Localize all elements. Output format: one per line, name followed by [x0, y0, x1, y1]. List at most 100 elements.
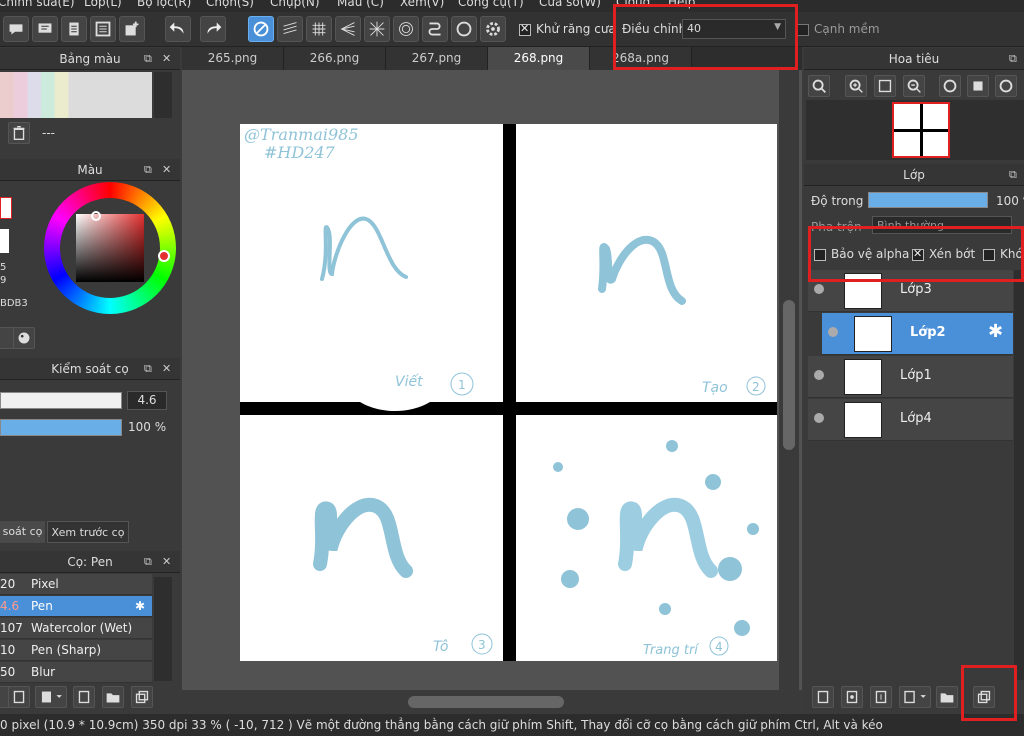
tab-267[interactable]: 267.png: [386, 47, 488, 70]
menu-view[interactable]: Xem(V): [400, 0, 444, 9]
lock-checkbox[interactable]: [983, 249, 995, 261]
brush-item[interactable]: 10 Pen (Sharp): [0, 640, 152, 661]
color-wheel[interactable]: [44, 182, 176, 314]
brush-list-scrollbar[interactable]: [154, 577, 172, 681]
color-swatches[interactable]: [0, 72, 152, 118]
document-icon[interactable]: [61, 16, 87, 42]
brush-doc-icon[interactable]: [73, 686, 95, 708]
folder-icon[interactable]: [102, 686, 124, 708]
layer-row-lop1[interactable]: Lớp1: [808, 356, 1013, 398]
zoom-in-icon[interactable]: [808, 75, 830, 97]
close-icon[interactable]: ✕: [162, 159, 171, 181]
menu-window[interactable]: Cửa sổ(W): [539, 0, 601, 9]
radial-snap-icon[interactable]: [335, 16, 361, 42]
menu-cloud[interactable]: Cloud: [616, 0, 650, 9]
flip-icon[interactable]: [995, 75, 1017, 97]
hue-handle[interactable]: [158, 250, 170, 262]
comment-icon[interactable]: [3, 16, 29, 42]
grid-add-icon[interactable]: [119, 16, 145, 42]
brush-size-slider[interactable]: [0, 392, 122, 409]
close-icon[interactable]: ✕: [162, 551, 171, 573]
rotate-icon[interactable]: [939, 75, 961, 97]
layer-row-lop3[interactable]: Lớp3: [808, 270, 1013, 312]
tab-268[interactable]: 268.png: [488, 47, 590, 70]
soft-edge-checkbox[interactable]: [797, 24, 809, 36]
brush-size-value[interactable]: 4.6: [127, 391, 167, 410]
brush-item[interactable]: 50 Blur: [0, 662, 152, 683]
zoom-plus-icon[interactable]: [845, 75, 867, 97]
popout-icon[interactable]: ⧉: [144, 358, 152, 380]
menu-layer[interactable]: Lớp(L): [84, 0, 122, 9]
popout-icon[interactable]: ⧉: [1009, 164, 1017, 186]
menu-edit[interactable]: Chỉnh sửa(E): [0, 0, 75, 9]
brush-item[interactable]: 107 Watercolor (Wet): [0, 618, 152, 639]
tab-266[interactable]: 266.png: [284, 47, 386, 70]
brush-item-active[interactable]: 4.6 Pen ✱: [0, 596, 152, 617]
layer-scrollbar[interactable]: [1014, 270, 1024, 680]
cross-snap-icon[interactable]: [364, 16, 390, 42]
menu-help[interactable]: Help: [668, 0, 695, 9]
menu-snap[interactable]: Chụp(N): [270, 0, 320, 9]
menu-tools[interactable]: Công cụ(T): [458, 0, 524, 9]
fit-screen-icon[interactable]: [874, 75, 896, 97]
tab-brush-preview[interactable]: Xem trước cọ: [47, 521, 129, 543]
foreground-color-swatch[interactable]: [0, 197, 12, 219]
zoom-minus-icon[interactable]: [903, 75, 925, 97]
ellipse-snap-icon[interactable]: [451, 16, 477, 42]
palette-scrollbar[interactable]: [154, 72, 172, 118]
protect-alpha-checkbox[interactable]: [814, 249, 826, 261]
concentric-snap-icon[interactable]: [393, 16, 419, 42]
no-snap-icon[interactable]: [248, 16, 274, 42]
gear-icon[interactable]: ✱: [135, 596, 145, 617]
new-1bit-layer-icon[interactable]: [870, 686, 892, 708]
palette-icon[interactable]: [13, 327, 35, 349]
snap-settings-icon[interactable]: [480, 16, 506, 42]
gear-icon[interactable]: ✱: [988, 321, 1003, 342]
list-icon[interactable]: [90, 16, 116, 42]
trash-icon[interactable]: [8, 122, 30, 144]
canvas-horizontal-scrollbar[interactable]: [182, 691, 799, 713]
visibility-eye-icon[interactable]: [828, 327, 838, 337]
new-halftone-layer-icon[interactable]: [841, 686, 863, 708]
antialias-checkbox[interactable]: [519, 22, 531, 36]
grid-snap-icon[interactable]: [306, 16, 332, 42]
close-icon[interactable]: ✕: [162, 358, 171, 380]
tab-268a[interactable]: 268a.png: [590, 47, 692, 70]
background-color-swatch[interactable]: [0, 229, 9, 253]
popout-icon[interactable]: ⧉: [144, 551, 152, 573]
duplicate-layer-icon[interactable]: [973, 686, 995, 708]
tab-265[interactable]: 265.png: [182, 47, 284, 70]
navigator-preview[interactable]: [806, 100, 1024, 160]
close-icon[interactable]: ✕: [162, 48, 171, 70]
vertical-scroll-thumb[interactable]: [783, 300, 795, 450]
visibility-eye-icon[interactable]: [814, 370, 824, 380]
folder-icon[interactable]: [936, 686, 958, 708]
duplicate-icon[interactable]: [131, 686, 153, 708]
tab-brush-control[interactable]: soát cọ: [0, 521, 45, 543]
layer-row-lop2[interactable]: Lớp2 ✱: [822, 313, 1013, 355]
curve-snap-icon[interactable]: [422, 16, 448, 42]
canvas-vertical-scrollbar[interactable]: [779, 70, 799, 690]
visibility-eye-icon[interactable]: [814, 413, 824, 423]
menu-color[interactable]: Màu (C): [337, 0, 384, 9]
adjust-select[interactable]: 40 ▼: [682, 19, 786, 39]
new-brush-icon[interactable]: [8, 686, 30, 708]
chat-icon[interactable]: [32, 16, 58, 42]
undo-icon[interactable]: [165, 16, 191, 42]
brush-item[interactable]: 20 Pixel: [0, 574, 152, 595]
popout-icon[interactable]: ⧉: [144, 48, 152, 70]
blend-select[interactable]: Bình thường: [872, 216, 1012, 234]
layer-row-lop4[interactable]: Lớp4: [808, 399, 1013, 441]
color-square[interactable]: [76, 214, 144, 282]
brush-menu-icon[interactable]: [35, 686, 67, 708]
parallel-snap-icon[interactable]: [277, 16, 303, 42]
brush-opacity-slider[interactable]: [0, 419, 122, 436]
color-picker-handle[interactable]: [91, 211, 101, 221]
artwork-canvas[interactable]: @Tranmai985 #HD247 Viết 1 Tạo 2 Tô 3 Tra…: [240, 124, 777, 661]
visibility-eye-icon[interactable]: [814, 284, 824, 294]
clipping-checkbox[interactable]: [912, 247, 924, 261]
popout-icon[interactable]: ⧉: [1009, 48, 1017, 70]
new-layer-icon[interactable]: [812, 686, 834, 708]
menu-filter[interactable]: Bộ lọc(R): [137, 0, 191, 9]
horizontal-scroll-thumb[interactable]: [408, 696, 564, 708]
